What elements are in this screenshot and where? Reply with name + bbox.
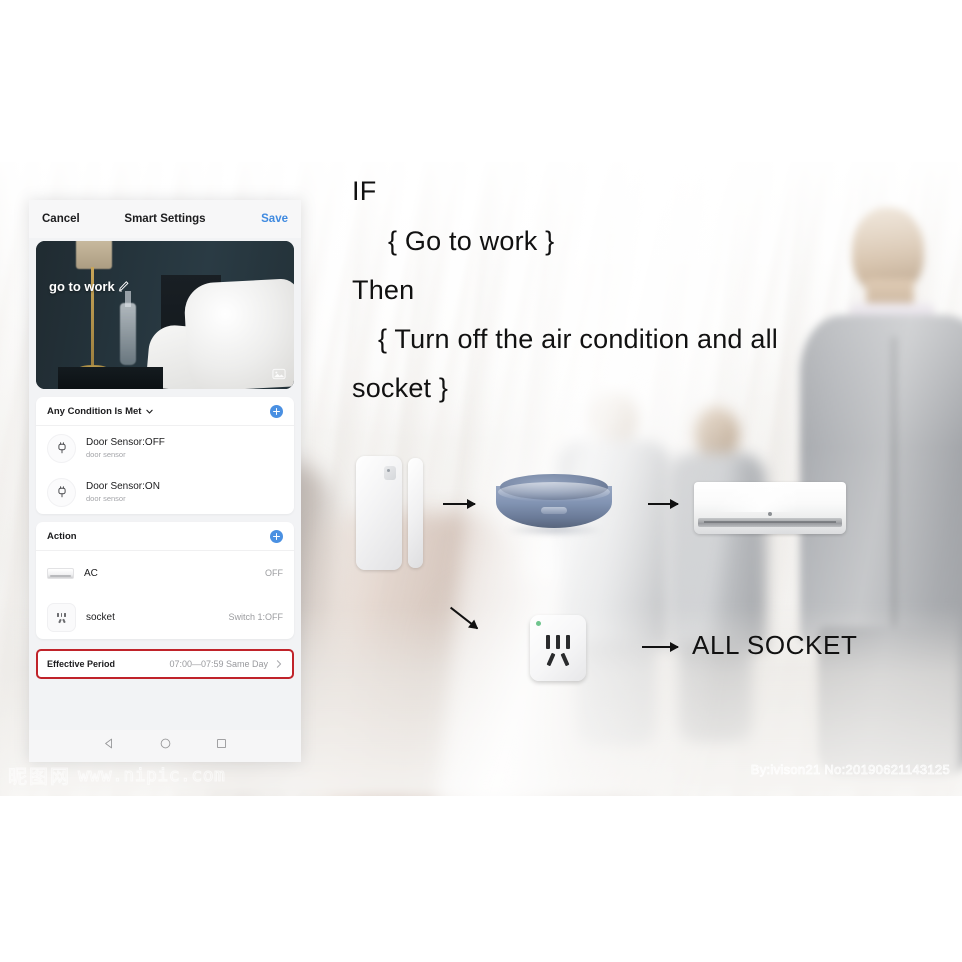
annotation-action-line1: { Turn off the air condition and all <box>378 324 778 354</box>
hero-bottle <box>120 303 136 365</box>
action-card-header: Action <box>36 522 294 551</box>
circle-home-icon[interactable] <box>159 737 172 755</box>
hero-nightstand <box>58 367 163 389</box>
socket-icon <box>47 602 76 632</box>
add-condition-button[interactable] <box>270 404 283 418</box>
effective-period-value: 07:00—07:59 Same Day <box>169 659 268 669</box>
condition-title: Door Sensor:ON <box>86 481 160 492</box>
app-navigation-bar: Cancel Smart Settings Save <box>29 200 301 238</box>
condition-mode-label: Any Condition Is Met <box>47 405 142 417</box>
plug-icon <box>47 477 76 507</box>
action-section-label: Action <box>47 530 77 542</box>
watermark-site-url: www.nipic.com <box>78 765 226 787</box>
action-state: Switch 1:OFF <box>228 612 283 622</box>
action-row[interactable]: socket Switch 1:OFF <box>36 595 294 639</box>
action-title: AC <box>84 567 98 579</box>
triangle-back-icon[interactable] <box>103 737 116 755</box>
ir-hub-device <box>496 474 612 536</box>
arrow-right-icon <box>443 498 476 510</box>
pencil-icon[interactable] <box>117 280 130 293</box>
phone-screenshot-panel: Cancel Smart Settings Save go to work An… <box>29 200 301 762</box>
screenshot-canvas: IF { Go to work } Then { Turn off the ai… <box>0 0 962 962</box>
condition-row[interactable]: Door Sensor:ON door sensor <box>36 470 294 514</box>
condition-row[interactable]: Door Sensor:OFF door sensor <box>36 426 294 470</box>
action-row[interactable]: AC OFF <box>36 551 294 595</box>
plug-icon <box>47 433 76 463</box>
annotation-all-socket: ALL SOCKET <box>692 630 858 660</box>
square-recents-icon[interactable] <box>215 737 228 755</box>
add-action-button[interactable] <box>270 529 283 543</box>
credit-watermark: By:ivison21 No:20190621143125 <box>750 762 950 778</box>
scene-name-row[interactable]: go to work <box>49 279 130 294</box>
cancel-button[interactable]: Cancel <box>42 213 80 225</box>
hero-lampshade <box>76 241 112 269</box>
arrow-right-icon <box>642 641 679 653</box>
effective-period-row[interactable]: Effective Period 07:00—07:59 Same Day <box>36 649 294 679</box>
condition-subtitle: door sensor <box>86 450 126 459</box>
action-title: socket <box>86 611 115 623</box>
action-card: Action AC OFF socket Switch 1:OFF <box>36 522 294 639</box>
site-watermark: 昵图网 www.nipic.com <box>7 762 226 789</box>
android-navigation-bar <box>29 730 301 762</box>
effective-period-label: Effective Period <box>47 659 116 669</box>
condition-subtitle: door sensor <box>86 494 126 503</box>
annotation-condition: { Go to work } <box>388 226 555 256</box>
condition-title: Door Sensor:OFF <box>86 437 165 448</box>
scene-hero-image[interactable]: go to work <box>36 241 294 389</box>
air-conditioner-device <box>694 482 846 534</box>
air-conditioner-icon <box>47 560 74 587</box>
annotation-action-line2: socket } <box>352 373 449 403</box>
annotation-then: Then <box>352 275 415 305</box>
chevron-down-icon[interactable] <box>145 407 154 416</box>
save-button[interactable]: Save <box>261 213 288 225</box>
chevron-right-icon[interactable] <box>275 659 283 669</box>
scene-name-text: go to work <box>49 279 115 294</box>
smart-socket-device <box>530 615 586 681</box>
condition-card-header[interactable]: Any Condition Is Met <box>36 397 294 426</box>
annotation-if: IF <box>352 176 377 206</box>
action-state: OFF <box>265 568 283 578</box>
door-sensor-device <box>356 452 426 572</box>
arrow-right-icon <box>648 498 679 510</box>
watermark-site-cn: 昵图网 <box>7 766 72 789</box>
image-icon[interactable] <box>272 367 286 381</box>
condition-card: Any Condition Is Met Door Sensor:OFF doo… <box>36 397 294 514</box>
